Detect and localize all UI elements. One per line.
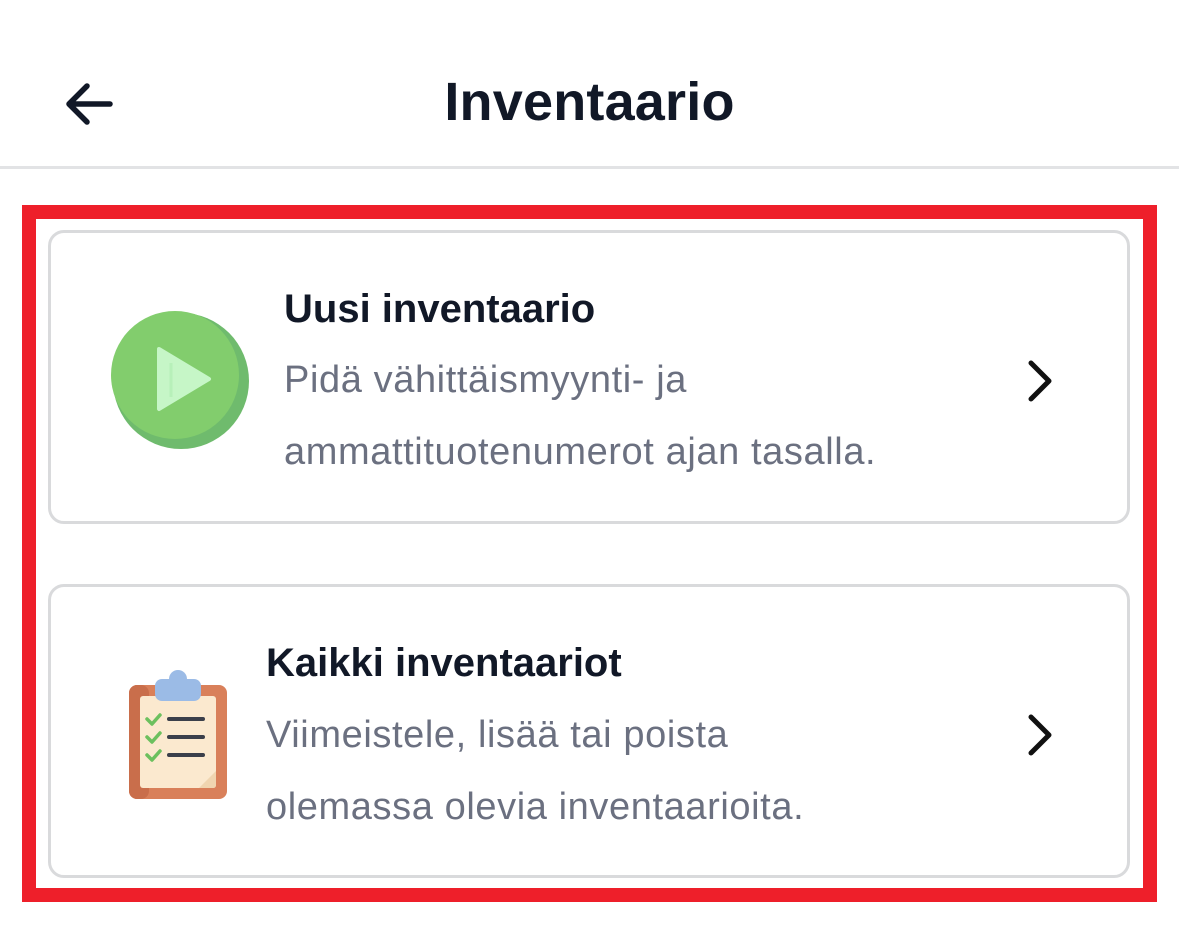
new-inventory-card[interactable]: Uusi inventaario Pidä vähittäismyynti- j… — [48, 230, 1130, 524]
chevron-right-icon — [1023, 359, 1057, 403]
card-title: Kaikki inventaariot — [266, 641, 622, 685]
card-description: Pidä vähittäismyynti- ja ammattituotenum… — [284, 359, 877, 473]
header-bar: Inventaario — [0, 0, 1179, 169]
play-circle-icon — [111, 311, 251, 451]
header-divider — [0, 166, 1179, 169]
card-title: Uusi inventaario — [284, 287, 596, 331]
all-inventories-card[interactable]: Kaikki inventaariot Viimeistele, lisää t… — [48, 584, 1130, 878]
clipboard-checklist-icon — [127, 669, 229, 801]
card-description: Viimeistele, lisää tai poista olemassa o… — [266, 714, 805, 828]
page-title: Inventaario — [444, 72, 735, 132]
chevron-right-icon — [1023, 713, 1057, 757]
